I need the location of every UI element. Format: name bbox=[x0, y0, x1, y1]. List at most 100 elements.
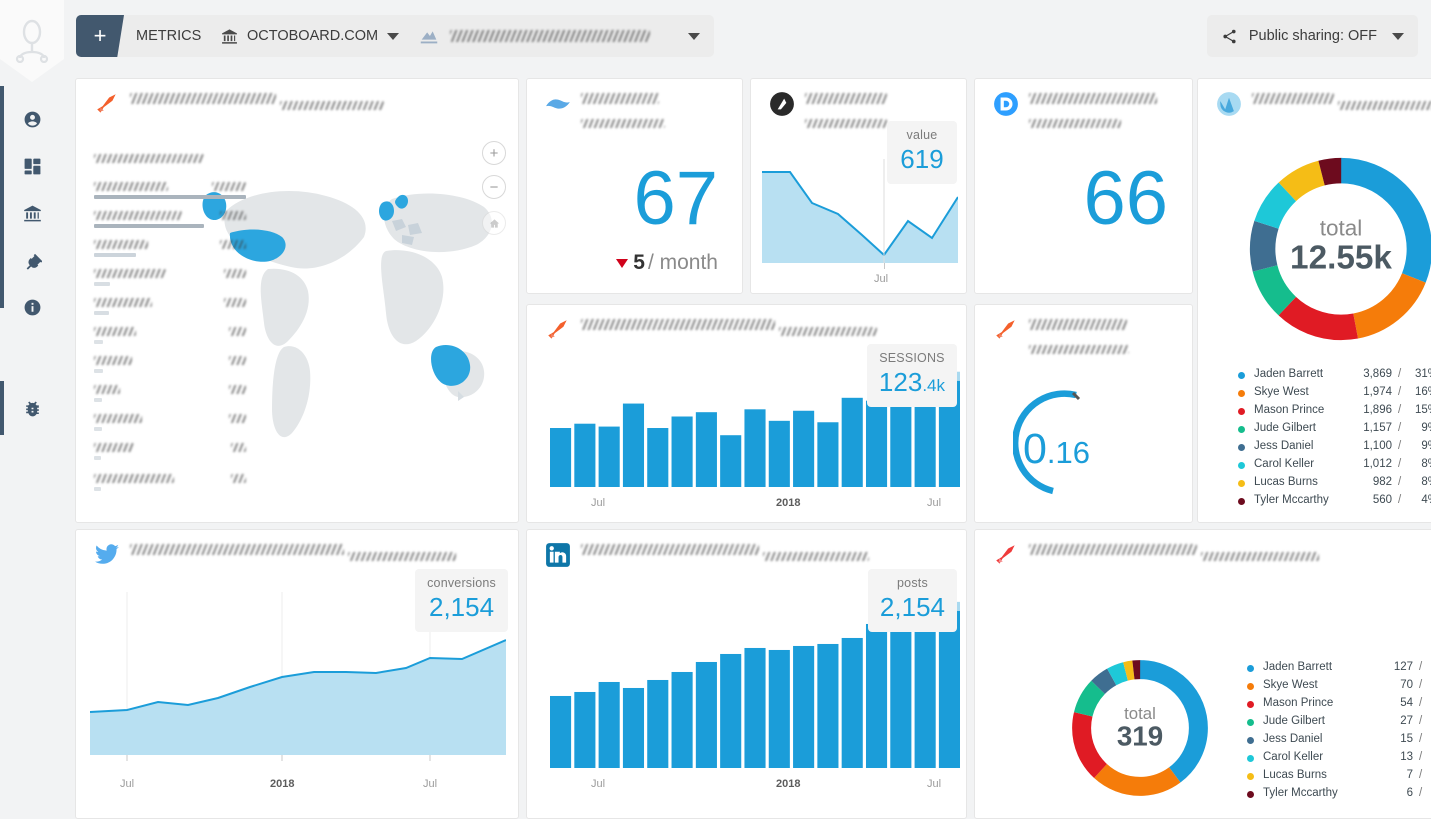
legend-color-dot bbox=[1238, 498, 1245, 505]
legend-separator: / bbox=[1419, 733, 1422, 745]
app-logo[interactable] bbox=[0, 0, 64, 82]
account-selector[interactable]: OCTOBOARD.COM bbox=[207, 15, 413, 57]
home-icon bbox=[489, 218, 500, 229]
legend-value: 6 bbox=[1377, 787, 1413, 799]
moz-rank-delta: 5 bbox=[633, 251, 645, 275]
axis-label-2018: 2018 bbox=[776, 497, 800, 509]
widget-bounce-rate[interactable]: 0.16 bbox=[974, 304, 1193, 523]
legend-percent: 15% bbox=[1408, 404, 1431, 416]
trend-down-icon bbox=[616, 259, 628, 268]
widget-subtitle bbox=[581, 119, 665, 128]
sidebar-item-agency[interactable] bbox=[0, 190, 64, 236]
widget-subtitle bbox=[763, 552, 869, 561]
legend-percent: 9% bbox=[1408, 422, 1431, 434]
add-metric-plus-icon[interactable]: + bbox=[76, 15, 124, 57]
axis-label-jul-2: Jul bbox=[927, 778, 941, 790]
linkedin-icon bbox=[545, 542, 571, 568]
widget-title bbox=[581, 319, 775, 330]
map-zoom-out-button[interactable]: − bbox=[482, 175, 506, 199]
sidebar-item-info[interactable] bbox=[0, 284, 64, 330]
legend-label: Carol Keller bbox=[1254, 458, 1314, 470]
country-name bbox=[94, 327, 136, 336]
legend-label: Tyler Mccarthy bbox=[1263, 787, 1338, 799]
widget-title bbox=[130, 93, 276, 104]
donut-total-value: 319 bbox=[1117, 721, 1163, 752]
legend-color-dot bbox=[1238, 390, 1245, 397]
widget-header bbox=[993, 93, 1192, 133]
chevron-down-icon bbox=[688, 33, 700, 40]
donut-total-label: total bbox=[1320, 215, 1363, 240]
widget-website-traffic-sessions[interactable]: Jul 2018 Jul SESSIONS 123.4k bbox=[526, 304, 967, 523]
widget-top-authors[interactable]: total 12.55k Jaden Barrett 3,869 / 31% S… bbox=[1197, 78, 1431, 523]
twitter-icon bbox=[94, 542, 120, 568]
dashboards-icon bbox=[23, 157, 42, 176]
legend-separator: / bbox=[1419, 715, 1422, 727]
sidebar-item-dashboards[interactable] bbox=[0, 143, 64, 189]
widget-title bbox=[581, 544, 759, 555]
widget-post-engagement[interactable]: total 319 Jaden Barrett 127 / 40% Skye W… bbox=[974, 529, 1431, 819]
badge-label: SESSIONS bbox=[879, 351, 945, 365]
country-value bbox=[220, 240, 246, 249]
moz-rank-value: 67 bbox=[633, 161, 718, 237]
add-metrics-button[interactable]: + METRICS bbox=[76, 15, 219, 57]
public-sharing-selector[interactable]: Public sharing: OFF bbox=[1207, 15, 1418, 57]
legend-value: 54 bbox=[1377, 697, 1413, 709]
legend-label: Jaden Barrett bbox=[1263, 661, 1332, 673]
country-name bbox=[94, 240, 148, 249]
legend-value: 1,100 bbox=[1350, 440, 1392, 452]
alexa-icon bbox=[769, 91, 795, 117]
map-zoom-in-button[interactable]: + bbox=[482, 141, 506, 165]
conversions-value-badge: conversions 2,154 bbox=[415, 569, 508, 632]
legend-color-dot bbox=[1247, 719, 1254, 726]
widget-header bbox=[545, 319, 877, 345]
badge-label: value bbox=[899, 128, 945, 142]
legend-percent: 31% bbox=[1408, 368, 1431, 380]
widget-header bbox=[993, 544, 1319, 570]
public-sharing-label: Public sharing: OFF bbox=[1249, 28, 1377, 44]
axis-label-2018: 2018 bbox=[270, 778, 294, 790]
legend-color-dot bbox=[1247, 701, 1254, 708]
sessions-value-badge: SESSIONS 123.4k bbox=[867, 344, 957, 407]
dashboard-selector[interactable] bbox=[404, 15, 714, 57]
bounce-rate-decimal: .16 bbox=[1047, 435, 1090, 470]
country-name bbox=[94, 356, 132, 365]
legend-color-dot bbox=[1238, 408, 1245, 415]
widget-visits-by-region[interactable]: + − bbox=[75, 78, 519, 523]
widget-subtitle bbox=[779, 327, 877, 336]
legend-value: 27 bbox=[1377, 715, 1413, 727]
widget-header bbox=[993, 319, 1192, 359]
moz-rank-unit: / month bbox=[648, 251, 718, 275]
legend-separator: / bbox=[1398, 386, 1401, 398]
widget-title bbox=[1029, 544, 1197, 555]
legend-value: 15 bbox=[1377, 733, 1413, 745]
widget-header bbox=[94, 544, 456, 570]
rocket-red-icon bbox=[993, 542, 1019, 568]
country-value bbox=[229, 356, 246, 365]
widget-likes-comments-retweets[interactable]: Jul 2018 Jul conversions 2,154 bbox=[75, 529, 519, 819]
value-bar bbox=[94, 369, 103, 373]
widget-disqus-comments[interactable]: 66 66% of 100 bbox=[974, 78, 1193, 294]
axis-label-2018: 2018 bbox=[776, 778, 800, 790]
sidebar-item-integrations[interactable] bbox=[0, 237, 64, 283]
widget-subtitle bbox=[1338, 101, 1431, 110]
legend-separator: / bbox=[1398, 440, 1401, 452]
widget-post-engagement-rate[interactable]: Jul 2018 Jul posts 2,154 bbox=[526, 529, 967, 819]
sidebar-item-account[interactable] bbox=[0, 96, 64, 142]
widget-header bbox=[1216, 93, 1431, 119]
disqus-icon bbox=[993, 91, 1019, 117]
account-icon bbox=[23, 110, 42, 129]
donut-total-value: 12.55k bbox=[1290, 240, 1392, 277]
map-home-button[interactable] bbox=[482, 211, 506, 235]
legend-separator: / bbox=[1419, 769, 1422, 781]
legend-value: 1,896 bbox=[1350, 404, 1392, 416]
legend-label: Jude Gilbert bbox=[1254, 422, 1316, 434]
wordpress-icon bbox=[1216, 91, 1242, 117]
widget-alexa-rank[interactable]: Jul value 619 bbox=[750, 78, 967, 294]
country-value bbox=[224, 298, 246, 307]
widget-title bbox=[805, 93, 887, 104]
legend-color-dot bbox=[1247, 683, 1254, 690]
legend-color-dot bbox=[1247, 791, 1254, 798]
widget-moz-rank[interactable]: 67 5 / month bbox=[526, 78, 743, 294]
legend-separator: / bbox=[1398, 422, 1401, 434]
sidebar-item-report-bug[interactable] bbox=[0, 385, 64, 431]
